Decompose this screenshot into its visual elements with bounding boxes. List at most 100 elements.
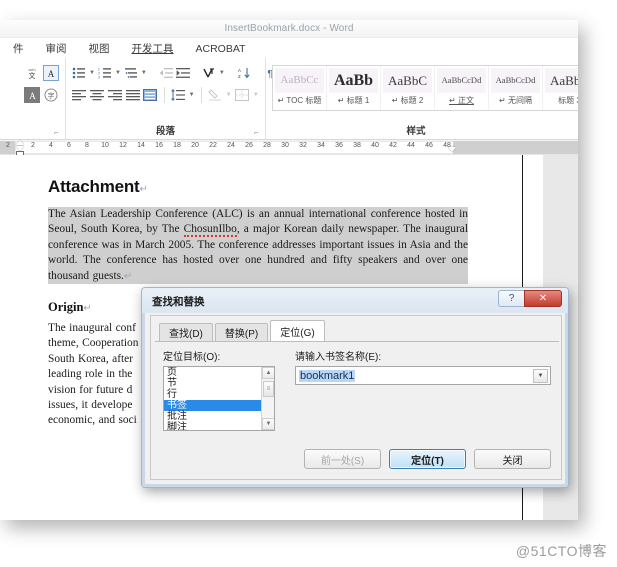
list-item-comment[interactable]: 批注 [164, 411, 261, 422]
ruler-tick: 30 [281, 142, 289, 149]
first-line-indent-marker[interactable] [16, 140, 24, 145]
character-border-icon[interactable]: A [43, 65, 59, 81]
east-asian-layout-icon[interactable] [202, 65, 216, 81]
close-button[interactable]: 关闭 [474, 449, 551, 469]
ribbon-tab-view[interactable]: 视图 [88, 40, 111, 57]
ruler-tick: 16 [155, 142, 163, 149]
multilevel-chevron-down-icon[interactable]: ▼ [141, 65, 147, 81]
style-sample: AaBbCc [275, 68, 324, 93]
pilcrow-mark: ↵ [139, 184, 148, 195]
goto-button[interactable]: 定位(T) [389, 449, 466, 469]
document-title: InsertBookmark.docx - Word [224, 23, 354, 34]
styles-gallery: AaBbCc ↵ TOC 标题 AaBb ↵ 标题 1 AaBbC ↵ 标题 2 [272, 65, 578, 111]
style-item-heading-2[interactable]: AaBbC ↵ 标题 2 [381, 66, 435, 110]
heading-text: Attachment [48, 177, 140, 196]
screenshot-root: InsertBookmark.docx - Word 件 审阅 视图 开发工具 … [0, 0, 617, 567]
east-asian-chevron-down-icon[interactable]: ▼ [219, 65, 225, 81]
find-and-replace-dialog[interactable]: 查找和替换 ? ✕ 查找(D) 替换(P) 定位(G) 定位目标(O): 页 节 [141, 287, 569, 488]
document-paragraph-attachment[interactable]: The Asian Leadership Conference (ALC) is… [48, 207, 468, 285]
previous-button[interactable]: 前一处(S) [304, 449, 381, 469]
style-name: 标题 3 [558, 96, 578, 105]
goto-target-listbox[interactable]: 页 节 行 书签 批注 脚注 ▲ ≡ ▼ [163, 366, 275, 431]
justify-icon[interactable] [125, 87, 140, 103]
list-item-page[interactable]: 页 [164, 367, 261, 378]
style-sample: AaBbC [383, 68, 432, 93]
align-left-icon[interactable] [72, 87, 87, 103]
list-item-section[interactable]: 节 [164, 378, 261, 389]
scroll-up-icon[interactable]: ▲ [262, 367, 274, 379]
enclose-characters-icon[interactable]: 字 [43, 87, 59, 103]
svg-text:wén: wén [28, 67, 35, 72]
font-dialog-launcher-icon[interactable]: ⌐ [54, 129, 62, 137]
list-item-line[interactable]: 行 [164, 389, 261, 400]
horizontal-ruler[interactable]: 2 2 4 6 8 10 12 14 16 18 20 22 24 26 28 … [0, 140, 578, 157]
bookmark-name-input[interactable]: bookmark1 [299, 370, 356, 382]
bookmark-name-label: 请输入书签名称(E): [295, 352, 382, 363]
ruler-tick: 38 [353, 142, 361, 149]
ribbon-tab-developer[interactable]: 开发工具 [131, 40, 175, 57]
paragraph-dialog-launcher-icon[interactable]: ⌐ [254, 129, 262, 137]
dialog-title: 查找和替换 [152, 296, 205, 308]
listbox-scrollbar[interactable]: ▲ ≡ ▼ [261, 367, 274, 430]
sort-icon[interactable]: AZ [237, 65, 251, 81]
phonetic-guide-icon[interactable]: wén 文 [24, 65, 40, 81]
borders-icon[interactable] [235, 87, 250, 103]
multilevel-list-icon[interactable] [124, 65, 138, 81]
character-shading-icon[interactable]: A [24, 87, 40, 103]
ruler-tick: 14 [137, 142, 145, 149]
ruler-tick: 24 [227, 142, 235, 149]
style-item-toc-heading[interactable]: AaBbCc ↵ TOC 标题 [273, 66, 327, 110]
dialog-goto-panel: 定位目标(O): 页 节 行 书签 批注 脚注 ▲ ≡ ▼ 请输入书签名称(E)… [155, 342, 559, 477]
scroll-down-icon[interactable]: ▼ [262, 418, 274, 430]
style-item-body-text[interactable]: AaBbCcDd ↵ 正文 [435, 66, 489, 110]
svg-text:Z: Z [238, 74, 241, 79]
ruler-tick: 40 [371, 142, 379, 149]
ruler-tick: 2 [6, 142, 10, 149]
tab-goto[interactable]: 定位(G) [270, 320, 325, 341]
ribbon-tab-review[interactable]: 审阅 [45, 40, 68, 57]
chevron-down-icon[interactable]: ▼ [533, 369, 548, 383]
ribbon-tab-file[interactable]: 件 [12, 40, 25, 57]
ribbon-tab-acrobat[interactable]: ACROBAT [195, 42, 247, 56]
svg-text:A: A [48, 69, 55, 79]
bullets-chevron-down-icon[interactable]: ▼ [89, 65, 95, 81]
svg-text:A: A [29, 91, 36, 101]
dialog-title-bar[interactable]: 查找和替换 ? ✕ [142, 288, 568, 313]
help-icon[interactable]: ? [498, 290, 524, 307]
tab-replace[interactable]: 替换(P) [214, 323, 269, 341]
bookmark-name-combobox[interactable]: bookmark1 ▼ [295, 366, 551, 385]
origin-line: theme, Cooperation [48, 337, 139, 350]
align-right-icon[interactable] [107, 87, 122, 103]
style-sample: AaBbCcDd [437, 68, 486, 93]
line-spacing-chevron-down-icon[interactable]: ▼ [188, 87, 195, 103]
goto-target-list: 页 节 行 书签 批注 脚注 [164, 367, 261, 430]
style-item-no-spacing[interactable]: AaBbCcDd ↵ 无间隔 [489, 66, 543, 110]
list-item-footnote[interactable]: 脚注 [164, 422, 261, 430]
close-icon[interactable]: ✕ [524, 290, 562, 307]
heading-text: Origin [48, 300, 84, 315]
ruler-tick: 36 [335, 142, 343, 149]
scrollbar-thumb[interactable]: ≡ [263, 381, 274, 397]
list-item-bookmark[interactable]: 书签 [164, 400, 261, 411]
pilcrow-mark: ↵ [123, 270, 133, 282]
numbering-icon[interactable]: 123 [98, 65, 112, 81]
right-indent-marker[interactable] [448, 147, 456, 152]
shading-chevron-down-icon[interactable]: ▼ [225, 87, 232, 103]
pilcrow-mark: ↵ [83, 303, 92, 315]
decrease-indent-icon[interactable] [159, 65, 173, 81]
increase-indent-icon[interactable] [175, 65, 190, 81]
tab-find[interactable]: 查找(D) [159, 323, 213, 341]
line-spacing-icon[interactable] [171, 87, 186, 103]
divider [163, 87, 165, 103]
numbering-chevron-down-icon[interactable]: ▼ [115, 65, 121, 81]
style-item-heading-3[interactable]: AaBbC 标题 3 [543, 66, 578, 110]
shading-icon[interactable] [208, 87, 223, 103]
font-icon-row-2: A 字 [24, 84, 59, 106]
ruler-tick: 20 [191, 142, 199, 149]
bullets-icon[interactable] [72, 65, 86, 81]
ruler-tick: 6 [67, 142, 71, 149]
align-center-icon[interactable] [90, 87, 105, 103]
distributed-align-icon[interactable] [143, 87, 158, 103]
borders-chevron-down-icon[interactable]: ▼ [253, 87, 259, 103]
style-item-heading-1[interactable]: AaBb ↵ 标题 1 [327, 66, 381, 110]
